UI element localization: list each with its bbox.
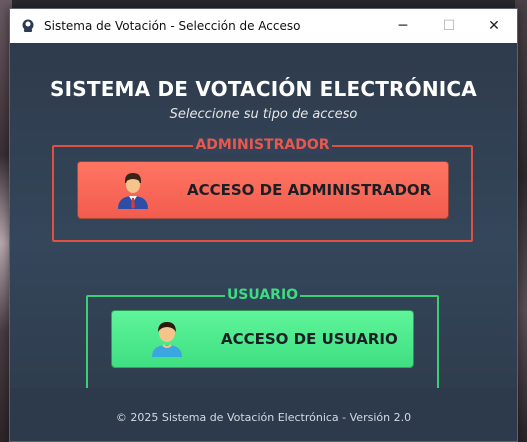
user-access-label: ACCESO DE USUARIO	[221, 330, 398, 348]
close-icon: ✕	[488, 18, 500, 34]
minimize-icon: ─	[398, 18, 408, 34]
client-area: SISTEMA DE VOTACIÓN ELECTRÓNICA Seleccio…	[10, 43, 517, 441]
close-button[interactable]: ✕	[471, 9, 517, 43]
admin-access-label: ACCESO DE ADMINISTRADOR	[187, 181, 432, 199]
admin-user-icon	[118, 173, 148, 209]
user-access-button[interactable]: ACCESO DE USUARIO	[111, 310, 414, 368]
minimize-button[interactable]: ─	[380, 9, 426, 43]
admin-access-button[interactable]: ACCESO DE ADMINISTRADOR	[77, 161, 449, 219]
footer-text: © 2025 Sistema de Votación Electrónica -…	[115, 411, 412, 424]
app-icon	[22, 19, 34, 32]
title-bar[interactable]: Sistema de Votación - Selección de Acces…	[10, 9, 517, 43]
maximize-button[interactable]: ☐	[426, 9, 472, 43]
user-group-legend: USUARIO	[224, 287, 301, 303]
admin-group-legend: ADMINISTRADOR	[193, 137, 332, 153]
user-icon	[152, 322, 182, 357]
app-window: Sistema de Votación - Selección de Acces…	[9, 8, 518, 442]
page-subtitle: Seleccione su tipo de acceso	[169, 107, 358, 122]
page-title: SISTEMA DE VOTACIÓN ELECTRÓNICA	[50, 77, 477, 101]
maximize-icon: ☐	[442, 18, 456, 34]
window-title: Sistema de Votación - Selección de Acces…	[44, 19, 301, 33]
